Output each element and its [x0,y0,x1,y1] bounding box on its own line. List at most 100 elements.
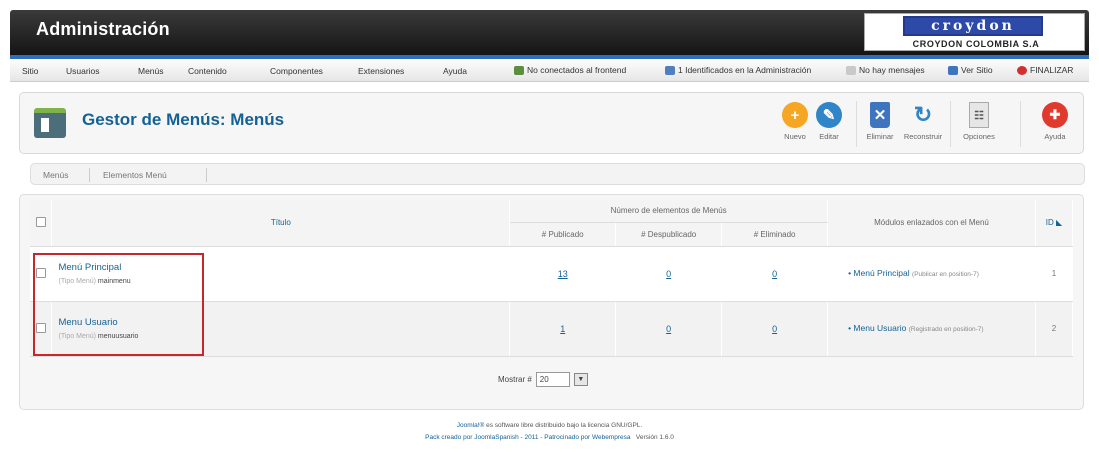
toolbar-box: Gestor de Menús: Menús + Nuevo ✎ Editar … [19,92,1084,154]
options-button-label: Opciones [963,132,995,141]
help-button-label: Ayuda [1044,132,1066,141]
logo-word: croydon [903,16,1043,36]
select-all-cell [30,200,53,247]
menu-type-label: (Tipo Menú) [58,278,96,285]
module-info: (Publicar en position-7) [912,270,979,278]
footer-credits: Pack creado por JoomlaSpanish - 2011 - P… [0,432,1099,444]
pagination-label: Mostrar # [498,375,532,384]
menu-type-label: (Tipo Menú) [58,333,96,340]
menu-item-contenido[interactable]: Contenido [188,66,227,76]
status-frontend: No conectados al frontend [514,65,626,75]
mail-icon [846,65,856,75]
menus-table: Título Número de elementos de Menús Módu… [30,200,1074,357]
id-header-label: ID [1045,218,1054,228]
rebuild-button[interactable]: ↻ Reconstruir [900,99,946,149]
menu-title-link[interactable]: Menú Principal [58,262,509,273]
logo-subtitle: CROYDON COLOMBIA S.A [912,39,1040,49]
logout-link[interactable]: FINALIZAR [1017,65,1073,75]
published-count-link[interactable]: 1 [509,301,617,357]
pencil-icon: ✎ [816,102,842,128]
rebuild-button-label: Reconstruir [903,132,943,141]
submenu-menus[interactable]: Menús [43,170,69,180]
table-row: Menu Usuario (Tipo Menú) menuusuario 1 0… [30,301,1074,357]
view-site-text: Ver Sitio [961,65,993,75]
menu-type: (Tipo Menú) menuusuario [58,333,509,340]
sort-icon: ◣ [1056,218,1063,228]
page-footer: Joomla!® es software libre distribuido b… [0,420,1099,444]
menu-item-extensiones[interactable]: Extensiones [358,66,404,76]
items-count-header: Número de elementos de Menús [509,200,829,223]
published-count-link[interactable]: 13 [509,246,617,302]
footer-credits-text[interactable]: Pack creado por JoomlaSpanish - 2011 - P… [425,434,630,441]
power-icon [1017,65,1027,75]
menu-item-ayuda[interactable]: Ayuda [443,66,467,76]
row-title-cell: Menú Principal (Tipo Menú) mainmenu [51,246,511,302]
pagination-limit: Mostrar # 20 ▼ [498,372,588,387]
menu-item-menus[interactable]: Menús [138,66,164,76]
delete-button[interactable]: ✕ Eliminar [857,99,903,149]
module-cell: • Menú Principal (Publicar en position-7… [827,246,1036,302]
menu-item-sitio[interactable]: Sitio [22,66,39,76]
limit-select[interactable]: 20 [535,372,570,387]
menu-type-value: mainmenu [97,278,131,285]
id-column-header[interactable]: ID ◣ [1035,200,1074,247]
footer-joomla-link[interactable]: Joomla!® [457,422,485,429]
module-entry: • Menu Usuario (Registrado en position-7… [848,322,984,333]
menu-item-componentes[interactable]: Componentes [270,66,323,76]
users-icon [514,65,524,75]
row-id: 1 [1035,246,1074,302]
row-id: 2 [1035,301,1074,357]
page-title: Gestor de Menús: Menús [82,110,285,129]
status-admin: 1 Identificados en la Administración [665,65,811,75]
unpublished-count-link[interactable]: 0 [615,246,723,302]
published-column-header: # Publicado [509,222,617,247]
module-link[interactable]: Menú Principal [853,268,909,278]
menu-title-link[interactable]: Menu Usuario [58,317,509,328]
admin-header: Administración croydon CROYDON COLOMBIA … [10,10,1089,55]
trashed-count-link[interactable]: 0 [721,301,829,357]
monitor-icon [948,65,958,75]
chevron-down-icon[interactable]: ▼ [573,373,588,386]
modules-column-header: Módulos enlazados con el Menú [827,200,1036,247]
row-title-cell: Menu Usuario (Tipo Menú) menuusuario [51,301,511,357]
module-cell: • Menu Usuario (Registrado en position-7… [827,301,1036,357]
delete-button-label: Eliminar [866,132,894,141]
row-checkbox-cell [30,246,53,302]
submenu-divider [89,168,90,182]
toolbar-divider [1020,101,1021,147]
unpublished-count-link[interactable]: 0 [615,301,723,357]
refresh-icon: ↻ [913,102,933,127]
menu-type: (Tipo Menú) mainmenu [58,278,509,285]
user-icon [665,65,675,75]
toolbar-divider [950,101,951,147]
footer-license-text: es software libre distribuido bajo la li… [486,422,643,429]
options-icon: ☷ [969,102,989,128]
status-messages[interactable]: No hay mensajes [846,65,925,75]
menu-item-usuarios[interactable]: Usuarios [66,66,100,76]
main-menubar: Sitio Usuarios Menús Contenido Component… [10,59,1089,82]
admin-title: Administración [36,19,170,39]
module-entry: • Menú Principal (Publicar en position-7… [848,267,979,278]
module-link[interactable]: Menu Usuario [853,323,906,333]
trashed-count-link[interactable]: 0 [721,246,829,302]
row-checkbox-cell [30,301,53,357]
submenu-menu-items[interactable]: Elementos Menú [103,170,167,180]
trashed-column-header: # Eliminado [721,222,829,247]
row-checkbox[interactable] [35,267,46,278]
module-info: (Registrado en position-7) [908,325,984,333]
view-site-link[interactable]: Ver Sitio [948,65,993,75]
footer-license: Joomla!® es software libre distribuido b… [0,420,1099,432]
help-button[interactable]: ✚ Ayuda [1032,99,1078,149]
status-messages-text: No hay mensajes [859,65,925,75]
select-all-checkbox[interactable] [35,216,46,227]
company-logo: croydon CROYDON COLOMBIA S.A [864,13,1085,51]
plus-icon: + [782,102,808,128]
options-button[interactable]: ☷ Opciones [956,99,1002,149]
edit-button[interactable]: ✎ Editar [806,99,852,149]
submenu-bar: Menús Elementos Menú [30,163,1085,185]
title-column-header[interactable]: Título [51,200,511,247]
row-checkbox[interactable] [35,322,46,333]
status-admin-text: 1 Identificados en la Administración [678,65,812,75]
table-row: Menú Principal (Tipo Menú) mainmenu 13 0… [30,246,1074,302]
edit-button-label: Editar [819,132,839,141]
